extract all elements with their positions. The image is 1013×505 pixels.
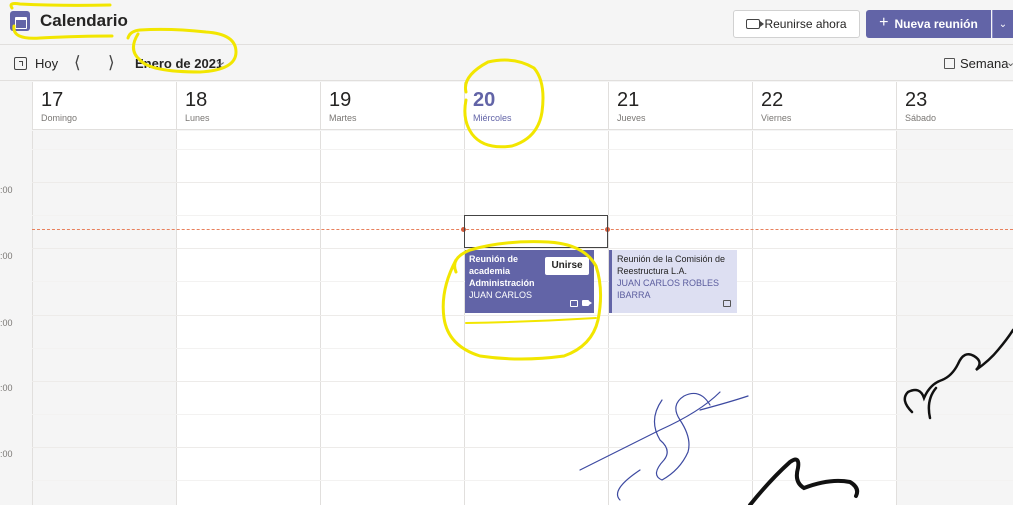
event-title: Reunión de academia Administración	[469, 254, 535, 288]
grid-line	[32, 182, 1013, 183]
day-number: 19	[329, 89, 352, 111]
event-card[interactable]: Reunión de academia Administración JUAN …	[465, 250, 594, 313]
video-camera-icon	[582, 300, 592, 306]
day-name: Viernes	[761, 113, 792, 123]
day-header-wednesday[interactable]: 20 Miércoles	[464, 82, 608, 130]
chat-icon	[723, 300, 731, 307]
day-header-saturday[interactable]: 23 Sábado	[896, 82, 1013, 130]
week-day-header: 17 Domingo 18 Lunes 19 Martes 20 Miércol…	[0, 82, 1013, 130]
day-column-sunday[interactable]	[32, 131, 176, 505]
day-header-monday[interactable]: 18 Lunes	[176, 82, 320, 130]
day-column-thursday[interactable]	[608, 131, 752, 505]
grid-line	[32, 315, 1013, 316]
time-label: :00	[0, 185, 13, 195]
calendar-app-icon	[10, 11, 30, 31]
time-label: :00	[0, 383, 13, 393]
plus-icon: +	[879, 14, 889, 31]
week-view-icon[interactable]	[944, 58, 955, 69]
day-number: 23	[905, 89, 928, 111]
header-gutter	[0, 82, 32, 130]
meet-now-label: Reunirse ahora	[764, 17, 847, 31]
chevron-right-icon[interactable]: ⟩	[108, 53, 115, 73]
day-name: Martes	[329, 113, 357, 123]
week-grid[interactable]: :00 :00 :00 :00 :00 Reunión de academia …	[0, 131, 1013, 505]
day-number: 18	[185, 89, 208, 111]
grid-line	[32, 149, 1013, 150]
chevron-left-icon[interactable]: ⟨	[74, 53, 81, 73]
time-label: :00	[0, 449, 13, 459]
event-card[interactable]: Reunión de la Comisión de Reestructura L…	[609, 250, 737, 313]
day-name: Sábado	[905, 113, 937, 123]
day-header-friday[interactable]: 22 Viernes	[752, 82, 896, 130]
time-label: :00	[0, 318, 13, 328]
meet-now-button[interactable]: Reunirse ahora	[733, 10, 860, 38]
day-header-thursday[interactable]: 21 Jueves	[608, 82, 752, 130]
app-header: Calendario Reunirse ahora + Nueva reunió…	[0, 0, 1013, 45]
time-gutter: :00 :00 :00 :00 :00	[0, 131, 32, 505]
day-number: 22	[761, 89, 784, 111]
new-meeting-button[interactable]: + Nueva reunión	[866, 10, 991, 38]
video-camera-icon	[746, 19, 765, 29]
month-picker[interactable]: Enero de 2021	[135, 56, 223, 71]
grid-line	[32, 248, 1013, 249]
calendar-navbar: Hoy ⟨ ⟩ Enero de 2021 ⌄ Semana ⌄	[0, 46, 1013, 81]
grid-line	[32, 348, 1013, 349]
grid-line	[32, 414, 1013, 415]
chevron-down-icon[interactable]: ⌄	[1006, 56, 1013, 69]
grid-line	[32, 447, 1013, 448]
day-number: 17	[41, 89, 64, 111]
time-label: :00	[0, 251, 13, 261]
day-name: Jueves	[617, 113, 646, 123]
selected-time-slot[interactable]	[464, 215, 608, 248]
day-column-saturday[interactable]	[896, 131, 1013, 505]
app-title: Calendario	[40, 11, 128, 30]
day-number: 21	[617, 89, 640, 111]
view-switcher[interactable]: Semana	[960, 56, 1008, 71]
day-column-tuesday[interactable]	[320, 131, 464, 505]
day-column-friday[interactable]	[752, 131, 896, 505]
chevron-down-icon[interactable]: ⌄	[214, 55, 228, 68]
event-title: Reunión de la Comisión de Reestructura L…	[617, 254, 726, 276]
new-meeting-dropdown-button[interactable]: ⌄	[992, 10, 1013, 38]
join-button[interactable]: Unirse	[545, 257, 589, 275]
today-button[interactable]: Hoy	[35, 56, 58, 71]
day-header-sunday[interactable]: 17 Domingo	[32, 82, 176, 130]
day-number: 20	[473, 89, 496, 111]
new-meeting-label: Nueva reunión	[894, 17, 978, 31]
event-icons	[570, 300, 592, 307]
grid-line	[32, 480, 1013, 481]
day-name: Lunes	[185, 113, 210, 123]
chevron-down-icon: ⌄	[998, 18, 1008, 30]
event-organizer: JUAN CARLOS ROBLES IBARRA	[617, 278, 720, 300]
grid-line	[32, 381, 1013, 382]
day-column-monday[interactable]	[176, 131, 320, 505]
day-column-wednesday[interactable]	[464, 131, 608, 505]
day-name: Miércoles	[473, 113, 512, 123]
chat-icon	[570, 300, 578, 307]
today-icon[interactable]	[14, 57, 27, 70]
day-name: Domingo	[41, 113, 78, 123]
day-header-tuesday[interactable]: 19 Martes	[320, 82, 464, 130]
